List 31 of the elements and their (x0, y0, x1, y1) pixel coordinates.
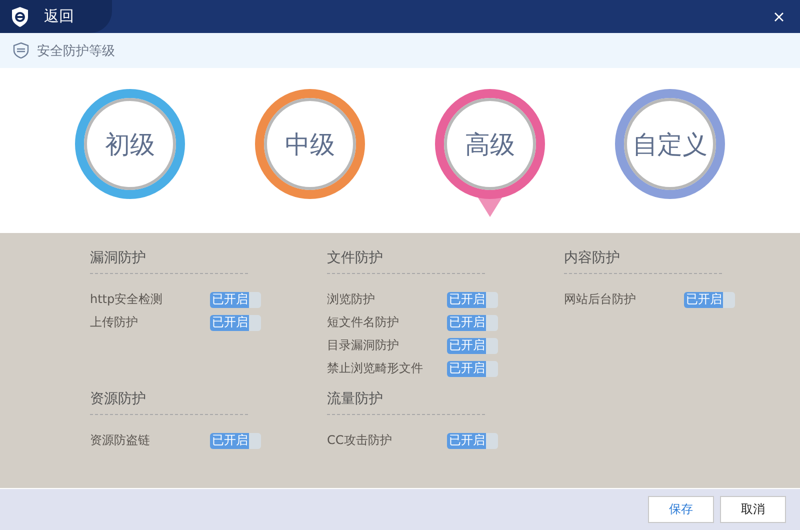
status-toggle[interactable]: 已开启 (447, 338, 498, 354)
back-label: 返回 (44, 7, 74, 26)
status-toggle[interactable]: 已开启 (447, 314, 498, 330)
status-toggle[interactable]: 已开启 (684, 292, 735, 308)
protection-label: 目录漏洞防护 (327, 337, 400, 354)
protection-label: 浏览防护 (327, 291, 376, 308)
status-toggle[interactable]: 已开启 (447, 432, 498, 448)
protection-label: 上传防护 (90, 314, 139, 331)
back-tab[interactable]: 返回 (0, 0, 112, 33)
protection-label: 禁止浏览畸形文件 (327, 360, 424, 377)
group-title: 流量防护 (327, 390, 384, 409)
status-toggle[interactable]: 已开启 (447, 292, 498, 308)
status-toggle[interactable]: 已开启 (210, 314, 261, 330)
status-toggle[interactable]: 已开启 (447, 360, 498, 376)
protection-label: 短文件名防护 (327, 314, 400, 331)
protection-label: CC攻击防护 (327, 432, 393, 449)
status-toggle[interactable]: 已开启 (210, 292, 261, 308)
group-title: 漏洞防护 (90, 249, 147, 268)
shield-logo-icon (10, 6, 30, 28)
status-toggle[interactable]: 已开启 (210, 432, 261, 448)
group-title: 资源防护 (90, 390, 147, 409)
section-title: 安全防护等级 (37, 42, 115, 60)
group-title: 内容防护 (564, 249, 621, 268)
close-icon[interactable] (774, 12, 784, 22)
protection-label: 资源防盗链 (90, 432, 151, 449)
save-button[interactable]: 保存 (648, 496, 714, 523)
shield-icon (13, 42, 29, 59)
group-title: 文件防护 (327, 249, 384, 268)
protection-label: 网站后台防护 (564, 291, 637, 308)
cancel-button[interactable]: 取消 (720, 496, 786, 523)
protection-label: http安全检测 (90, 291, 164, 308)
